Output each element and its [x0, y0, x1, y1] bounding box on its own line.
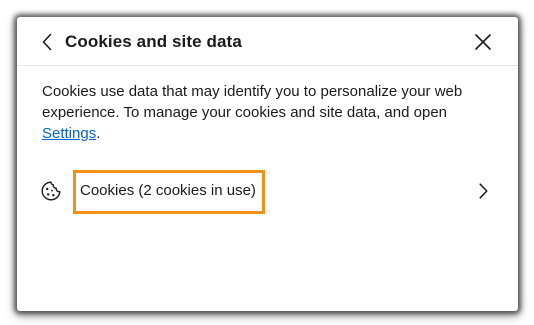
- cookies-row[interactable]: Cookies (2 cookies in use): [17, 169, 518, 214]
- description-text: Cookies use data that may identify you t…: [42, 83, 463, 121]
- settings-link[interactable]: Settings: [42, 125, 96, 142]
- cookies-and-site-data-dialog: Cookies and site data Cookies use data t…: [17, 17, 518, 311]
- cookies-row-label: Cookies (2 cookies in use): [80, 182, 256, 199]
- description-end: .: [96, 125, 101, 142]
- close-icon: [475, 34, 491, 50]
- cookie-icon: [41, 181, 61, 201]
- chevron-right-icon: [478, 183, 488, 199]
- dialog-description: Cookies use data that may identify you t…: [42, 81, 502, 144]
- close-button[interactable]: [472, 31, 494, 53]
- screenshot-stage: Cookies and site data Cookies use data t…: [0, 0, 534, 325]
- chevron-left-icon: [42, 33, 52, 51]
- back-button[interactable]: [37, 30, 57, 54]
- dialog-title: Cookies and site data: [65, 32, 242, 51]
- row-chevron: [476, 181, 490, 201]
- dialog-header: Cookies and site data: [17, 17, 518, 66]
